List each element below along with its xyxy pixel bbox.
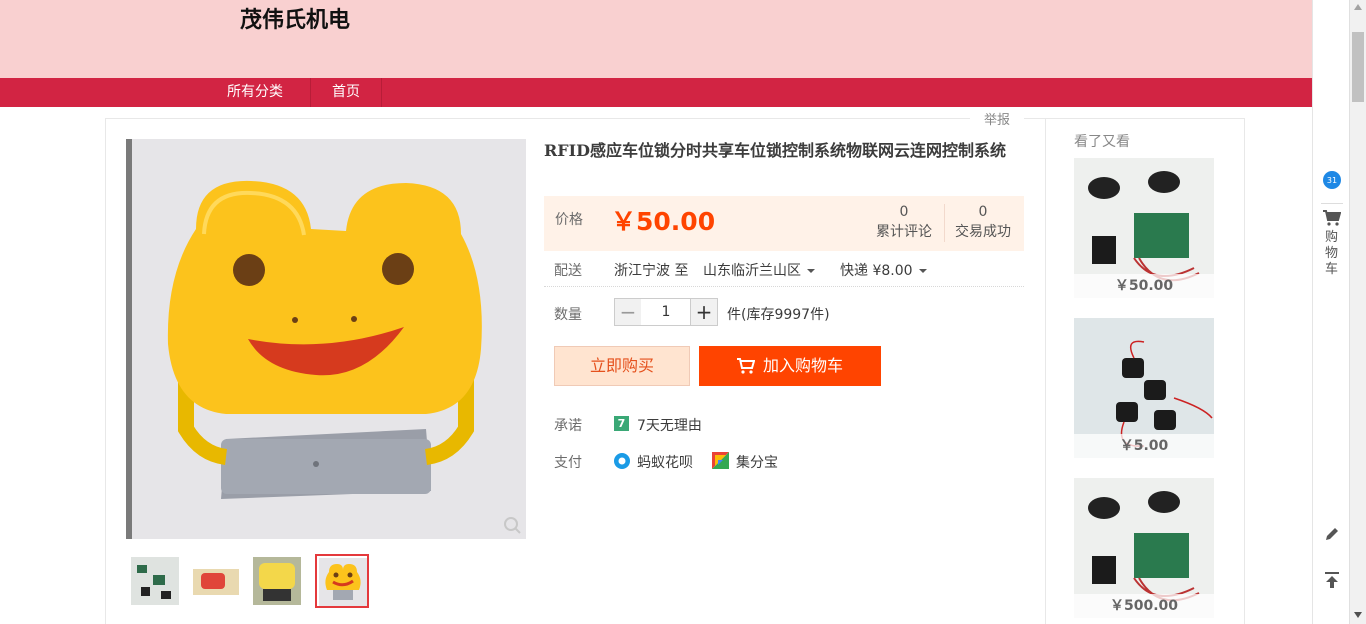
payment-label: 支付 bbox=[554, 455, 582, 471]
quantity-decrease-button[interactable]: − bbox=[614, 298, 642, 326]
thumbnail-1[interactable] bbox=[128, 554, 182, 608]
product-main-image[interactable] bbox=[126, 139, 526, 539]
seven-day-return[interactable]: 7天无理由 bbox=[637, 415, 702, 435]
review-count-value: 0 bbox=[899, 204, 909, 220]
back-to-top-button[interactable] bbox=[1313, 571, 1350, 593]
cart-char: 车 bbox=[1324, 262, 1338, 277]
right-toolbar: 31 购 物 车 bbox=[1312, 0, 1349, 624]
payment-jifenbao[interactable]: 集分宝 bbox=[736, 452, 778, 472]
messages-button[interactable]: 31 bbox=[1313, 170, 1350, 194]
huabei-icon bbox=[614, 453, 630, 469]
thumbnail-image bbox=[253, 557, 301, 605]
jifenbao-icon bbox=[712, 452, 729, 469]
quantity-increase-button[interactable]: + bbox=[690, 298, 718, 326]
recommendation-item[interactable]: ￥5.00 bbox=[1074, 318, 1214, 458]
promise-label: 承诺 bbox=[554, 418, 582, 434]
thumbnail-3[interactable] bbox=[250, 554, 304, 608]
sales-count[interactable]: 0 交易成功 bbox=[948, 202, 1018, 242]
cart-icon bbox=[736, 358, 756, 374]
product-price: ￥50.00 bbox=[611, 202, 715, 238]
review-count-label: 累计评论 bbox=[876, 224, 932, 240]
side-divider bbox=[1045, 119, 1046, 624]
thumbnail-2[interactable] bbox=[188, 554, 242, 608]
price-label: 价格 bbox=[555, 212, 583, 228]
chat-bubble-icon: 31 bbox=[1322, 171, 1341, 189]
seven-day-icon: 7 bbox=[614, 416, 629, 431]
shipping-method-text: 快递 ¥8.00 bbox=[840, 263, 913, 279]
recommendation-item[interactable]: ￥50.00 bbox=[1074, 158, 1214, 298]
scrollbar-thumb[interactable] bbox=[1352, 32, 1364, 102]
cart-icon bbox=[1322, 210, 1341, 226]
shop-nav: 所有分类 首页 bbox=[0, 78, 1312, 107]
toolbar-cart-button[interactable]: 购 物 车 bbox=[1313, 210, 1350, 278]
shipping-label: 配送 bbox=[554, 263, 582, 279]
recommendation-price: ￥5.00 bbox=[1074, 434, 1214, 458]
buy-now-button[interactable]: 立即购买 bbox=[554, 346, 690, 386]
shop-name[interactable]: 茂伟氏机电 bbox=[240, 2, 350, 34]
stat-divider bbox=[944, 204, 945, 242]
nav-home[interactable]: 首页 bbox=[311, 78, 381, 107]
product-title: RFID感应车位锁分时共享车位锁控制系统物联网云连网控制系统 bbox=[544, 141, 1007, 160]
nav-divider bbox=[381, 78, 382, 107]
cart-char: 物 bbox=[1324, 246, 1338, 261]
divider bbox=[544, 286, 1024, 287]
nav-all-categories[interactable]: 所有分类 bbox=[200, 78, 310, 107]
caret-down-icon bbox=[807, 269, 815, 273]
vertical-scrollbar[interactable] bbox=[1349, 0, 1366, 624]
shop-header: 茂伟氏机电 bbox=[0, 0, 1312, 78]
message-badge: 31 bbox=[1326, 176, 1336, 185]
ship-to-selector[interactable]: 山东临沂兰山区 bbox=[703, 260, 815, 280]
price-box: 价格 ￥50.00 0 累计评论 0 交易成功 bbox=[544, 196, 1024, 251]
add-to-cart-label: 加入购物车 bbox=[762, 356, 843, 375]
currency-symbol: ￥ bbox=[611, 207, 637, 236]
recommendation-price: ￥500.00 bbox=[1074, 594, 1214, 618]
cart-char: 购 bbox=[1324, 230, 1338, 245]
frog-lock-illustration bbox=[126, 139, 521, 539]
review-count[interactable]: 0 累计评论 bbox=[869, 202, 939, 242]
thumbnail-image bbox=[319, 558, 367, 606]
ship-from: 浙江宁波 至 bbox=[614, 263, 689, 279]
scroll-up-arrow-icon[interactable] bbox=[1354, 4, 1362, 10]
thumbnail-image bbox=[191, 557, 239, 605]
sales-count-value: 0 bbox=[978, 204, 988, 220]
price-value: 50.00 bbox=[636, 207, 716, 236]
feedback-button[interactable] bbox=[1313, 526, 1350, 546]
thumbnail-4[interactable] bbox=[315, 554, 369, 608]
quantity-input[interactable]: 1 bbox=[641, 298, 691, 326]
caret-down-icon bbox=[918, 269, 927, 273]
shipping-method-selector[interactable]: 快递 ¥8.00 bbox=[840, 260, 927, 280]
recommendation-item[interactable]: ￥500.00 bbox=[1074, 478, 1214, 618]
toolbar-cart-label: 购 物 车 bbox=[1313, 230, 1350, 278]
pencil-icon bbox=[1325, 528, 1338, 540]
recommendation-price: ￥50.00 bbox=[1074, 274, 1214, 298]
add-to-cart-button[interactable]: 加入购物车 bbox=[699, 346, 881, 386]
stock-text: 件(库存9997件) bbox=[727, 307, 830, 323]
product-page: 茂伟氏机电 所有分类 首页 举报 RFID感应车位锁分时共享车位锁控制系统物联网… bbox=[0, 0, 1312, 624]
quantity-label: 数量 bbox=[554, 307, 582, 323]
payment-huabei[interactable]: 蚂蚁花呗 bbox=[637, 452, 693, 472]
back-to-top-icon bbox=[1324, 572, 1339, 588]
report-link[interactable]: 举报 bbox=[970, 109, 1024, 128]
also-viewed-title: 看了又看 bbox=[1074, 134, 1130, 150]
scroll-down-arrow-icon[interactable] bbox=[1354, 612, 1362, 618]
thumbnail-image bbox=[131, 557, 179, 605]
sales-count-label: 交易成功 bbox=[955, 224, 1011, 240]
ship-to-text: 山东临沂兰山区 bbox=[703, 263, 801, 279]
toolbar-divider bbox=[1321, 203, 1343, 204]
